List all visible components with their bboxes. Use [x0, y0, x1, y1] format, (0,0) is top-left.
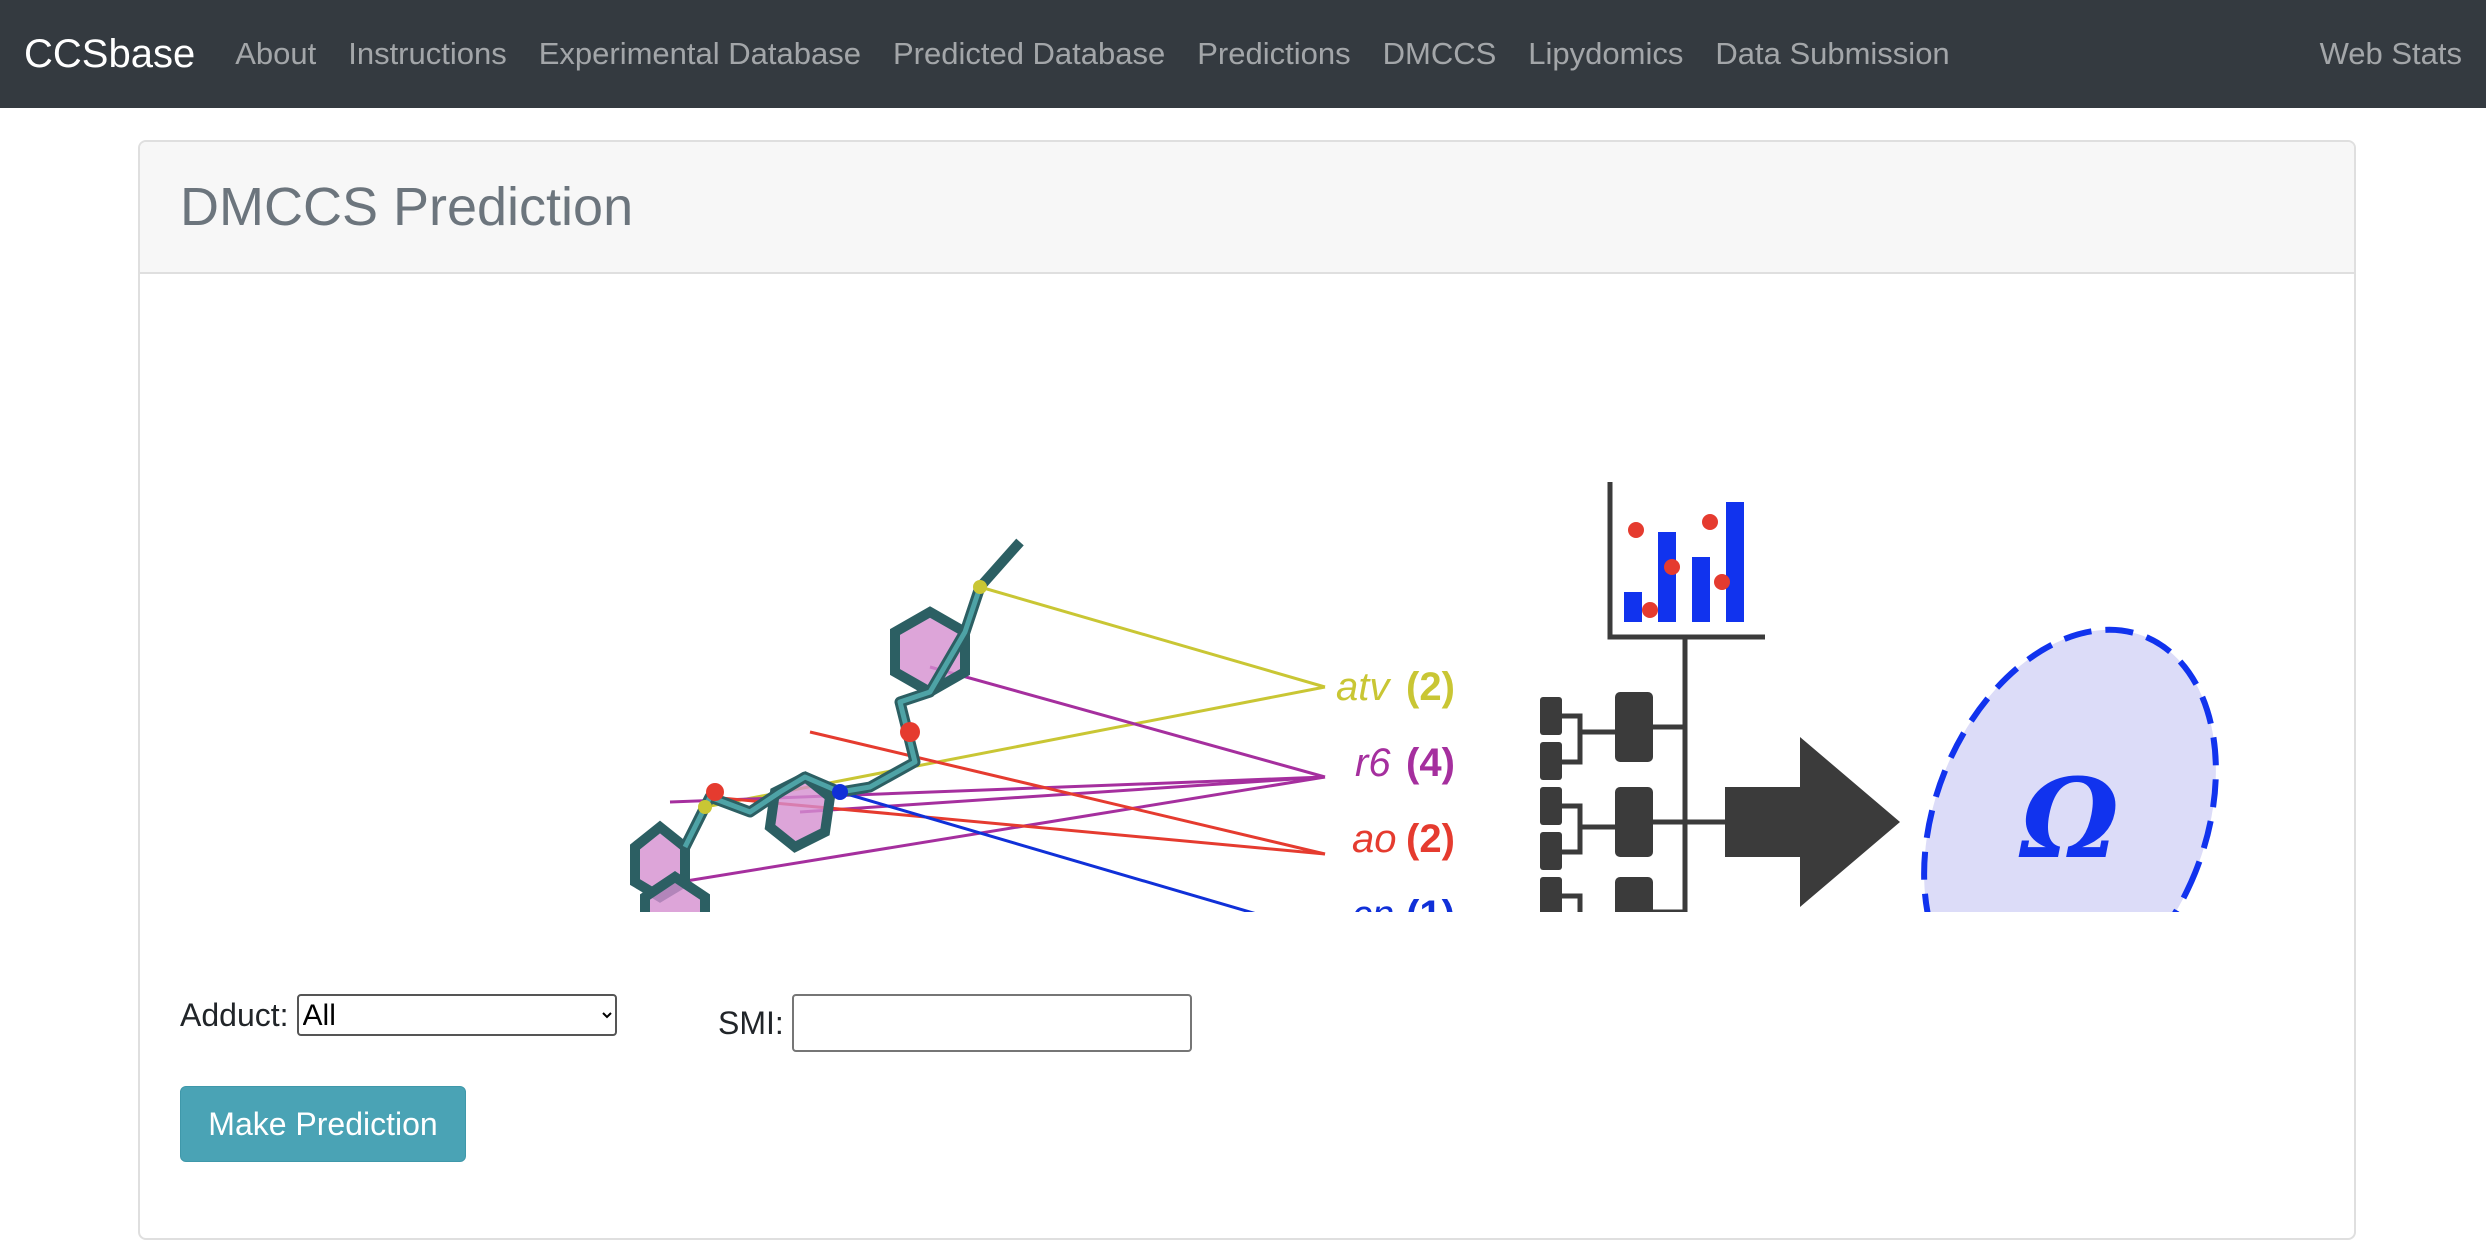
adduct-select[interactable]: All	[296, 994, 617, 1036]
feature-lines	[669, 585, 1326, 912]
label-r6-name: r6	[1355, 741, 1391, 785]
feature-point	[973, 580, 987, 594]
nav-link-experimental-database[interactable]: Experimental Database	[523, 36, 877, 72]
label-ao-name: ao	[1352, 817, 1397, 861]
adduct-group: Adduct: All	[180, 994, 617, 1036]
brand-link[interactable]: CCSbase	[24, 32, 195, 77]
nav-links: About Instructions Experimental Database…	[219, 36, 1965, 72]
omega-symbol: Ω	[2018, 754, 2119, 883]
page-title: DMCCS Prediction	[180, 177, 634, 237]
methyl-bond	[976, 538, 1024, 591]
atv-line	[979, 585, 1326, 689]
label-atv-name: atv	[1336, 665, 1391, 709]
oxygen-atom	[706, 783, 724, 801]
nav-link-lipydomics[interactable]: Lipydomics	[1512, 36, 1699, 72]
nav-link-instructions[interactable]: Instructions	[332, 36, 523, 72]
r6-line	[929, 665, 1326, 779]
label-atv-count: (2)	[1406, 665, 1455, 709]
nav-link-web-stats[interactable]: Web Stats	[2320, 0, 2462, 108]
adduct-label: Adduct:	[180, 996, 289, 1033]
nav-link-data-submission[interactable]: Data Submission	[1699, 36, 1965, 72]
label-cn-count: (1)	[1406, 893, 1455, 912]
chart-icon	[1607, 482, 1765, 640]
molecule-illustration	[630, 538, 1326, 912]
smi-input[interactable]	[791, 994, 1192, 1052]
make-prediction-button[interactable]: Make Prediction	[180, 1086, 466, 1162]
nav-link-predicted-database[interactable]: Predicted Database	[877, 36, 1181, 72]
feature-labels: atv (2) r6 (4) ao (2) cn (1)	[1336, 665, 1455, 912]
nav-link-predictions[interactable]: Predictions	[1181, 36, 1366, 72]
omega-ellipse-icon: Ω	[1921, 626, 2219, 912]
oxygen-atom	[900, 722, 920, 742]
smi-group: SMI:	[718, 994, 1192, 1052]
nitrogen-atom	[832, 784, 848, 800]
model-network-icon	[1540, 637, 1725, 912]
top-navbar: CCSbase About Instructions Experimental …	[0, 0, 2486, 108]
label-cn-name: cn	[1352, 893, 1394, 912]
label-ao-count: (2)	[1406, 817, 1455, 861]
smi-label: SMI:	[718, 1004, 784, 1041]
prediction-card: DMCCS Prediction atv (2) r6 (4) ao (2) Ω…	[138, 140, 2356, 1240]
nav-link-about[interactable]: About	[219, 36, 332, 72]
dmccs-diagram: atv (2) r6 (4) ao (2) cn (1)	[630, 482, 2219, 912]
cn-line	[839, 790, 1256, 912]
arrow-right-icon	[1725, 737, 1900, 907]
nav-link-dmccs[interactable]: DMCCS	[1367, 36, 1513, 72]
feature-point	[698, 800, 712, 814]
card-header: DMCCS Prediction	[140, 142, 2354, 274]
label-r6-count: (4)	[1406, 741, 1455, 785]
